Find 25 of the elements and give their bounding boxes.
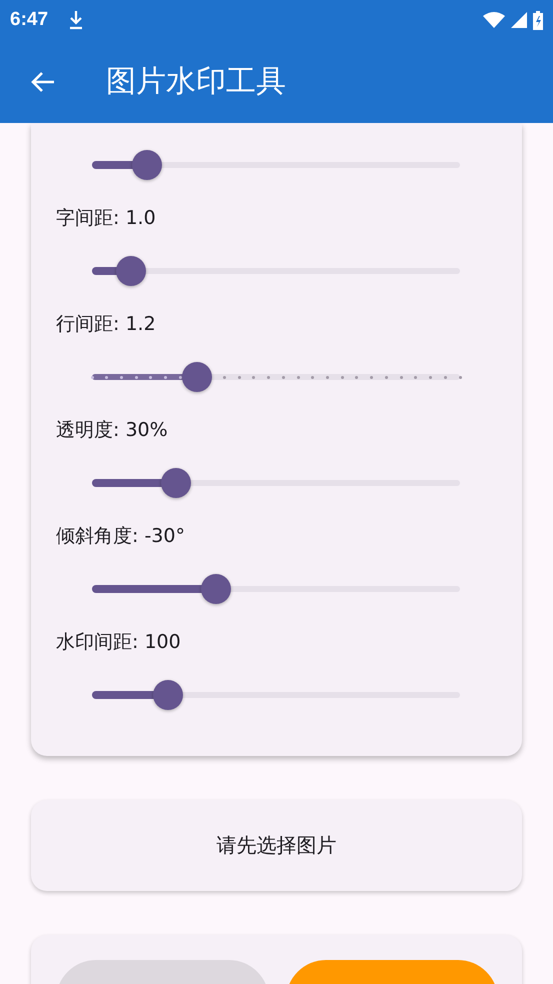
slider-label: 倾斜角度: -30° — [56, 524, 186, 548]
battery-icon — [533, 10, 543, 30]
signal-icon — [511, 12, 527, 28]
status-message: 请先选择图片 — [216, 832, 336, 859]
slider-thumb[interactable] — [153, 680, 184, 710]
slider[interactable] — [92, 150, 460, 180]
status-time: 6:47 — [10, 9, 48, 31]
slider-thumb[interactable] — [132, 150, 162, 180]
slider[interactable] — [92, 362, 460, 392]
slider-thumb[interactable] — [201, 574, 232, 604]
slider[interactable] — [92, 256, 460, 286]
slider-thumb[interactable] — [116, 256, 146, 286]
slider[interactable] — [92, 468, 460, 498]
slider-label: 行间距: 1.2 — [56, 312, 157, 336]
slider[interactable] — [92, 574, 460, 604]
app-title: 图片水印工具 — [106, 63, 286, 101]
slider[interactable] — [92, 680, 460, 710]
slider-label: 字间距: 1.0 — [56, 206, 157, 230]
download-icon — [68, 10, 84, 30]
slider-label: 透明度: 30% — [56, 418, 169, 442]
back-arrow-icon — [30, 70, 56, 92]
wifi-icon — [483, 12, 505, 28]
slider-label: 水印间距: 100 — [56, 630, 182, 654]
slider-thumb[interactable] — [160, 468, 191, 498]
slider-thumb[interactable] — [182, 362, 212, 392]
